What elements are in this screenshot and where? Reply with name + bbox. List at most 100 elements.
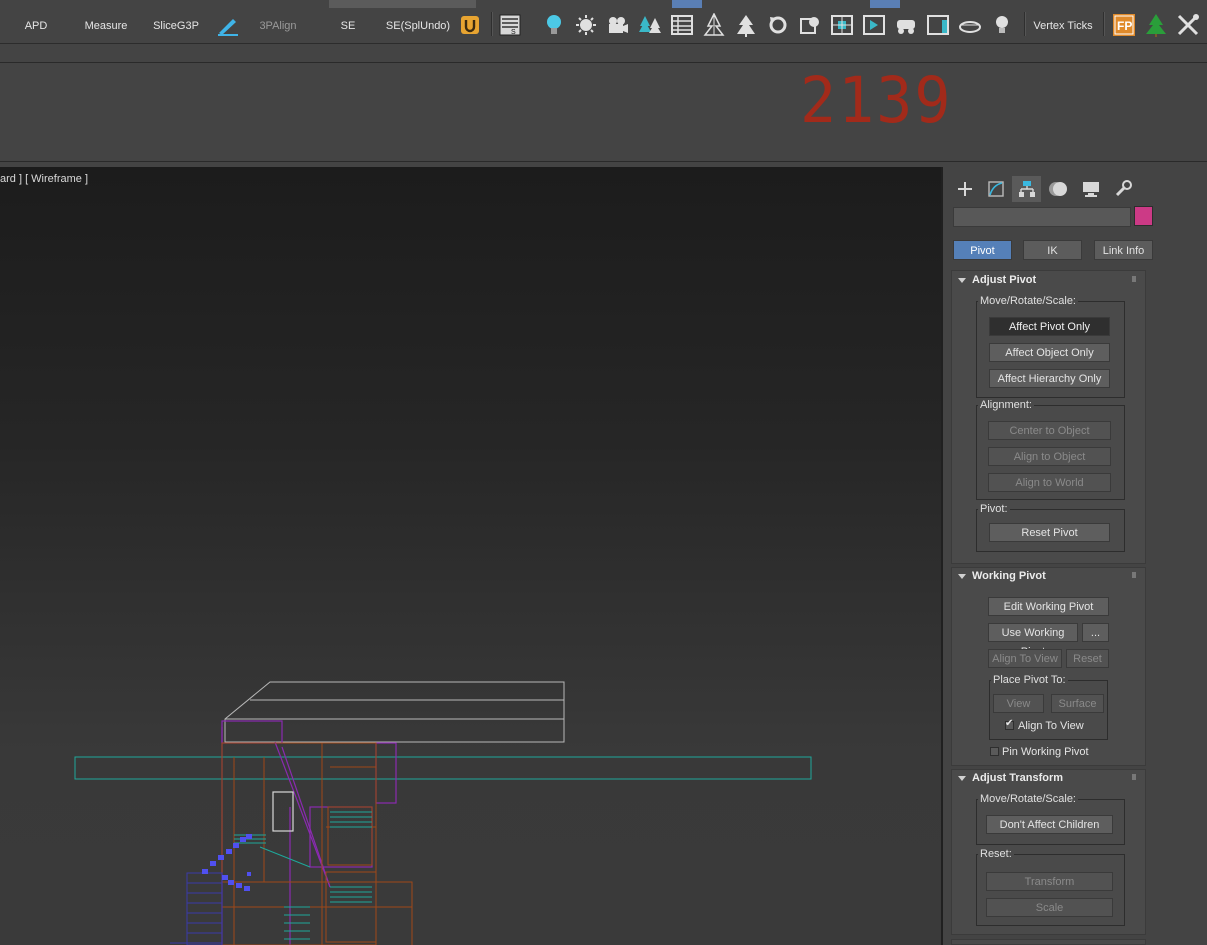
- pin-working-pivot-checkbox[interactable]: [990, 747, 999, 756]
- collapse-arrow-icon[interactable]: [958, 776, 966, 781]
- use-working-pivot-button[interactable]: Use Working Pivot: [988, 623, 1078, 658]
- align-to-view-button[interactable]: Align To View: [988, 649, 1062, 668]
- working-pivot-options-button[interactable]: ...: [1082, 623, 1109, 642]
- collapse-arrow-icon[interactable]: [958, 574, 966, 579]
- pin-working-pivot-label: Pin Working Pivot: [1002, 746, 1089, 758]
- sun-icon[interactable]: [574, 12, 598, 38]
- object-color-swatch[interactable]: [1134, 206, 1153, 226]
- light-bulb-icon[interactable]: [542, 12, 566, 38]
- align-to-view-checkbox-label: Align To View: [1018, 720, 1084, 732]
- working-pivot-title[interactable]: Working Pivot: [972, 570, 1046, 582]
- object-name-input[interactable]: [953, 207, 1131, 227]
- hierarchy-tab[interactable]: [1012, 176, 1041, 202]
- 3palign-button[interactable]: 3PAlign: [252, 12, 304, 40]
- center-to-object-button[interactable]: Center to Object: [988, 421, 1111, 440]
- affect-pivot-only-button[interactable]: Affect Pivot Only: [989, 317, 1110, 336]
- modify-tab[interactable]: [981, 176, 1010, 202]
- blue-stairs: [170, 872, 223, 945]
- toolbar-upper-field: [329, 0, 476, 8]
- vertex-ticks-button[interactable]: Vertex Ticks: [1030, 12, 1096, 40]
- alignment-label: Alignment:: [978, 399, 1034, 411]
- collapse-arrow-icon[interactable]: [958, 278, 966, 283]
- ground-plane: [74, 756, 812, 780]
- cube-render-icon[interactable]: [830, 12, 854, 38]
- next-rollout-edge: [951, 939, 1146, 945]
- fp-icon[interactable]: FP: [1112, 12, 1136, 38]
- window-icon[interactable]: [926, 12, 950, 38]
- place-pivot-label: Place Pivot To:: [991, 674, 1068, 686]
- timeline-area: [0, 62, 1207, 162]
- apd-button[interactable]: APD: [14, 12, 58, 40]
- transform-move-label: Move/Rotate/Scale:: [978, 793, 1078, 805]
- frame-counter: 2139: [800, 64, 951, 138]
- pivot-button[interactable]: Pivot: [953, 240, 1012, 260]
- se-splundo-button[interactable]: SE(SplUndo): [384, 12, 452, 40]
- svg-text:S: S: [511, 29, 516, 36]
- utilities-tab[interactable]: [1108, 176, 1137, 202]
- paint-icon[interactable]: [216, 12, 240, 38]
- reset-scale-button[interactable]: Scale: [986, 898, 1113, 917]
- rollout-grip-icon[interactable]: [1132, 774, 1136, 780]
- stair-hatch: [234, 811, 372, 940]
- place-pivot-view-button[interactable]: View: [993, 694, 1044, 713]
- create-tab[interactable]: [950, 176, 979, 202]
- wireframe-scene: [74, 681, 812, 945]
- adjust-pivot-title[interactable]: Adjust Pivot: [972, 274, 1036, 286]
- building-orange: [221, 742, 413, 945]
- affect-hierarchy-only-button[interactable]: Affect Hierarchy Only: [989, 369, 1110, 388]
- building-frame: [221, 720, 397, 945]
- motion-icon: [1048, 182, 1067, 196]
- car-icon[interactable]: [894, 12, 918, 38]
- affect-object-only-button[interactable]: Affect Object Only: [989, 343, 1110, 362]
- refresh-icon[interactable]: [766, 12, 790, 38]
- trees-icon[interactable]: [638, 12, 662, 38]
- bulb-icon[interactable]: [990, 12, 1014, 38]
- toolbar-separator: [491, 12, 493, 36]
- main-toolbar: APD Measure SliceG3P 3PAlign SE SE(SplUn…: [0, 0, 1207, 44]
- plus-icon: [957, 182, 972, 196]
- hierarchy-icon: [1018, 181, 1035, 197]
- reset-transform-button[interactable]: Transform: [986, 872, 1113, 891]
- link-info-button[interactable]: Link Info: [1094, 240, 1153, 260]
- tools-icon[interactable]: [1176, 12, 1200, 38]
- play-icon[interactable]: [862, 12, 886, 38]
- green-tree-icon[interactable]: [1144, 12, 1168, 38]
- u-icon[interactable]: [458, 12, 482, 38]
- rollout-grip-icon[interactable]: [1132, 572, 1136, 578]
- edit-working-pivot-button[interactable]: Edit Working Pivot: [988, 597, 1109, 616]
- wrench-icon: [1115, 180, 1132, 197]
- pine-icon[interactable]: [734, 12, 758, 38]
- modify-curve-icon: [987, 181, 1004, 197]
- place-pivot-surface-button[interactable]: Surface: [1051, 694, 1104, 713]
- transform-reset-label: Reset:: [978, 848, 1014, 860]
- reset-pivot-button[interactable]: Reset Pivot: [989, 523, 1110, 542]
- svg-text:FP: FP: [1117, 19, 1132, 33]
- align-to-view-checkbox[interactable]: [1005, 718, 1014, 730]
- tree-icon[interactable]: [702, 12, 726, 38]
- rubber-duck-icon[interactable]: [958, 12, 982, 38]
- motion-tab[interactable]: [1043, 176, 1072, 202]
- toolbar-upper-active: [672, 0, 702, 8]
- roof-slab: [224, 681, 565, 743]
- toolbar-upper-active-2: [870, 0, 900, 8]
- toolbar-separator-2: [1024, 12, 1026, 36]
- cube-icon[interactable]: [798, 12, 822, 38]
- frame-counter-text: 2139: [800, 64, 953, 138]
- ik-button[interactable]: IK: [1023, 240, 1082, 260]
- working-pivot-reset-button[interactable]: Reset: [1066, 649, 1109, 668]
- move-rotate-scale-label: Move/Rotate/Scale:: [978, 295, 1078, 307]
- pivot-label: Pivot:: [978, 503, 1010, 515]
- se-button[interactable]: SE: [330, 12, 366, 40]
- adjust-transform-title[interactable]: Adjust Transform: [972, 772, 1063, 784]
- align-to-object-button[interactable]: Align to Object: [988, 447, 1111, 466]
- camera-icon[interactable]: [606, 12, 630, 38]
- monitor-icon: [1082, 182, 1099, 197]
- spreadsheet-icon[interactable]: S: [498, 12, 522, 38]
- table-icon[interactable]: [670, 12, 694, 38]
- rollout-grip-icon[interactable]: [1132, 276, 1136, 282]
- measure-button[interactable]: Measure: [78, 12, 134, 40]
- dont-affect-children-button[interactable]: Don't Affect Children: [986, 815, 1113, 834]
- display-tab[interactable]: [1076, 176, 1105, 202]
- sliceg3p-button[interactable]: SliceG3P: [148, 12, 204, 40]
- align-to-world-button[interactable]: Align to World: [988, 473, 1111, 492]
